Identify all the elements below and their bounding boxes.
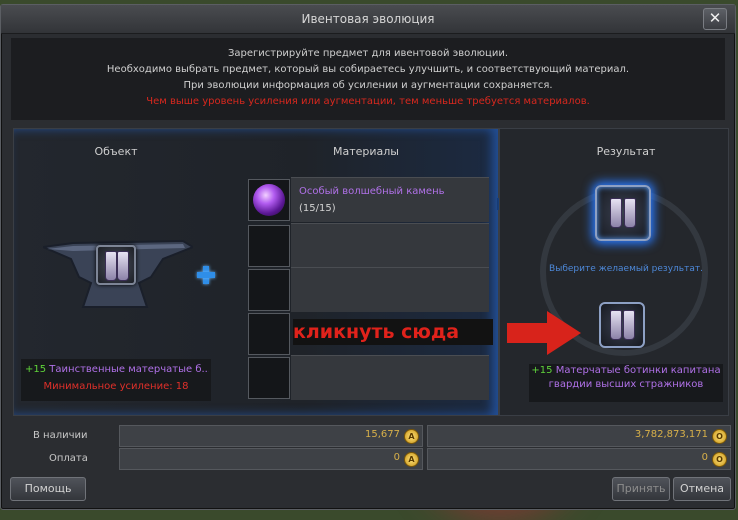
pay-adena-field: 0 A: [119, 448, 423, 470]
instruction-line-3: При эволюции информация об усилении и ау…: [183, 80, 553, 91]
result-info: +15 Матерчатые ботинки капитана гвардии …: [529, 364, 723, 402]
materials-list: Особый волшебный камень (15/15): [247, 177, 491, 403]
annotation-label: кликнуть сюда: [293, 319, 493, 345]
currency-coin-icon: O: [712, 429, 727, 444]
material-count: (15/15): [299, 203, 336, 214]
result-header: Результат: [596, 145, 656, 158]
object-slot[interactable]: [96, 245, 136, 285]
object-min-enchant: Минимальное усиление: 18: [43, 381, 189, 392]
annotation-arrow-icon: [507, 323, 547, 343]
have-adena-value: 15,677: [365, 429, 400, 440]
have-other-field: 3,782,873,171 O: [427, 425, 731, 447]
material-slot[interactable]: [248, 357, 290, 399]
material-slot[interactable]: [248, 313, 290, 355]
list-item[interactable]: [247, 223, 491, 268]
help-button[interactable]: Помощь: [10, 477, 86, 501]
object-header: Объект: [94, 145, 138, 158]
result-preview-slot: [595, 185, 651, 241]
material-entry: [291, 267, 489, 312]
window-title: Ивентовая эволюция: [301, 12, 435, 26]
cancel-button[interactable]: Отмена: [673, 477, 731, 501]
adena-coin-icon: A: [404, 429, 419, 444]
pay-other-field: 0 O: [427, 448, 731, 470]
result-option-slot[interactable]: [599, 302, 645, 348]
materials-header: Материалы: [333, 145, 399, 158]
title-bar[interactable]: Ивентовая эволюция ✕: [1, 5, 735, 34]
list-item[interactable]: Особый волшебный камень (15/15): [247, 177, 491, 222]
material-slot[interactable]: [248, 225, 290, 267]
accept-button[interactable]: Принять: [612, 477, 670, 501]
material-entry: [291, 223, 489, 268]
material-slot[interactable]: [248, 269, 290, 311]
instructions-panel: Зарегистрируйте предмет для ивентовой эв…: [11, 38, 725, 120]
object-enchant: +15: [25, 364, 47, 375]
list-item[interactable]: [247, 355, 491, 400]
boot-icon: [623, 310, 635, 340]
have-adena-field: 15,677 A: [119, 425, 423, 447]
instruction-line-1: Зарегистрируйте предмет для ивентовой эв…: [227, 48, 509, 59]
instruction-warning: Чем выше уровень усиления или аугментаци…: [146, 96, 590, 107]
boot-icon: [610, 310, 622, 340]
boot-icon: [624, 198, 636, 228]
boot-icon: [105, 251, 117, 281]
plus-icon: [197, 266, 215, 284]
annotation-text: кликнуть сюда: [293, 321, 460, 343]
have-label: В наличии: [33, 430, 88, 441]
boot-icon: [117, 251, 129, 281]
magic-stone-icon: [253, 184, 285, 216]
result-hint: Выберите желаемый результат.: [549, 264, 703, 274]
have-other-value: 3,782,873,171: [634, 429, 708, 440]
object-info: +15 Таинственные матерчатые б... Минимал…: [21, 359, 211, 401]
instruction-line-2: Необходимо выбрать предмет, который вы с…: [106, 64, 630, 75]
annotation-arrow-head: [547, 311, 581, 355]
event-evolution-window: Ивентовая эволюция ✕ Зарегистрируйте пре…: [0, 4, 736, 510]
list-item[interactable]: [247, 267, 491, 312]
object-name: Таинственные матерчатые б...: [49, 364, 209, 375]
material-entry: [291, 355, 489, 400]
close-button[interactable]: ✕: [703, 8, 727, 30]
pay-adena-value: 0: [393, 452, 400, 463]
material-name: Особый волшебный камень: [299, 186, 445, 197]
material-entry: Особый волшебный камень (15/15): [291, 177, 489, 222]
material-slot[interactable]: [248, 179, 290, 221]
adena-coin-icon: A: [404, 452, 419, 467]
pay-other-value: 0: [701, 452, 708, 463]
result-enchant: +15: [531, 365, 553, 376]
currency-coin-icon: O: [712, 452, 727, 467]
boot-icon: [610, 198, 622, 228]
result-name: Матерчатые ботинки капитана гвардии высш…: [548, 365, 721, 390]
